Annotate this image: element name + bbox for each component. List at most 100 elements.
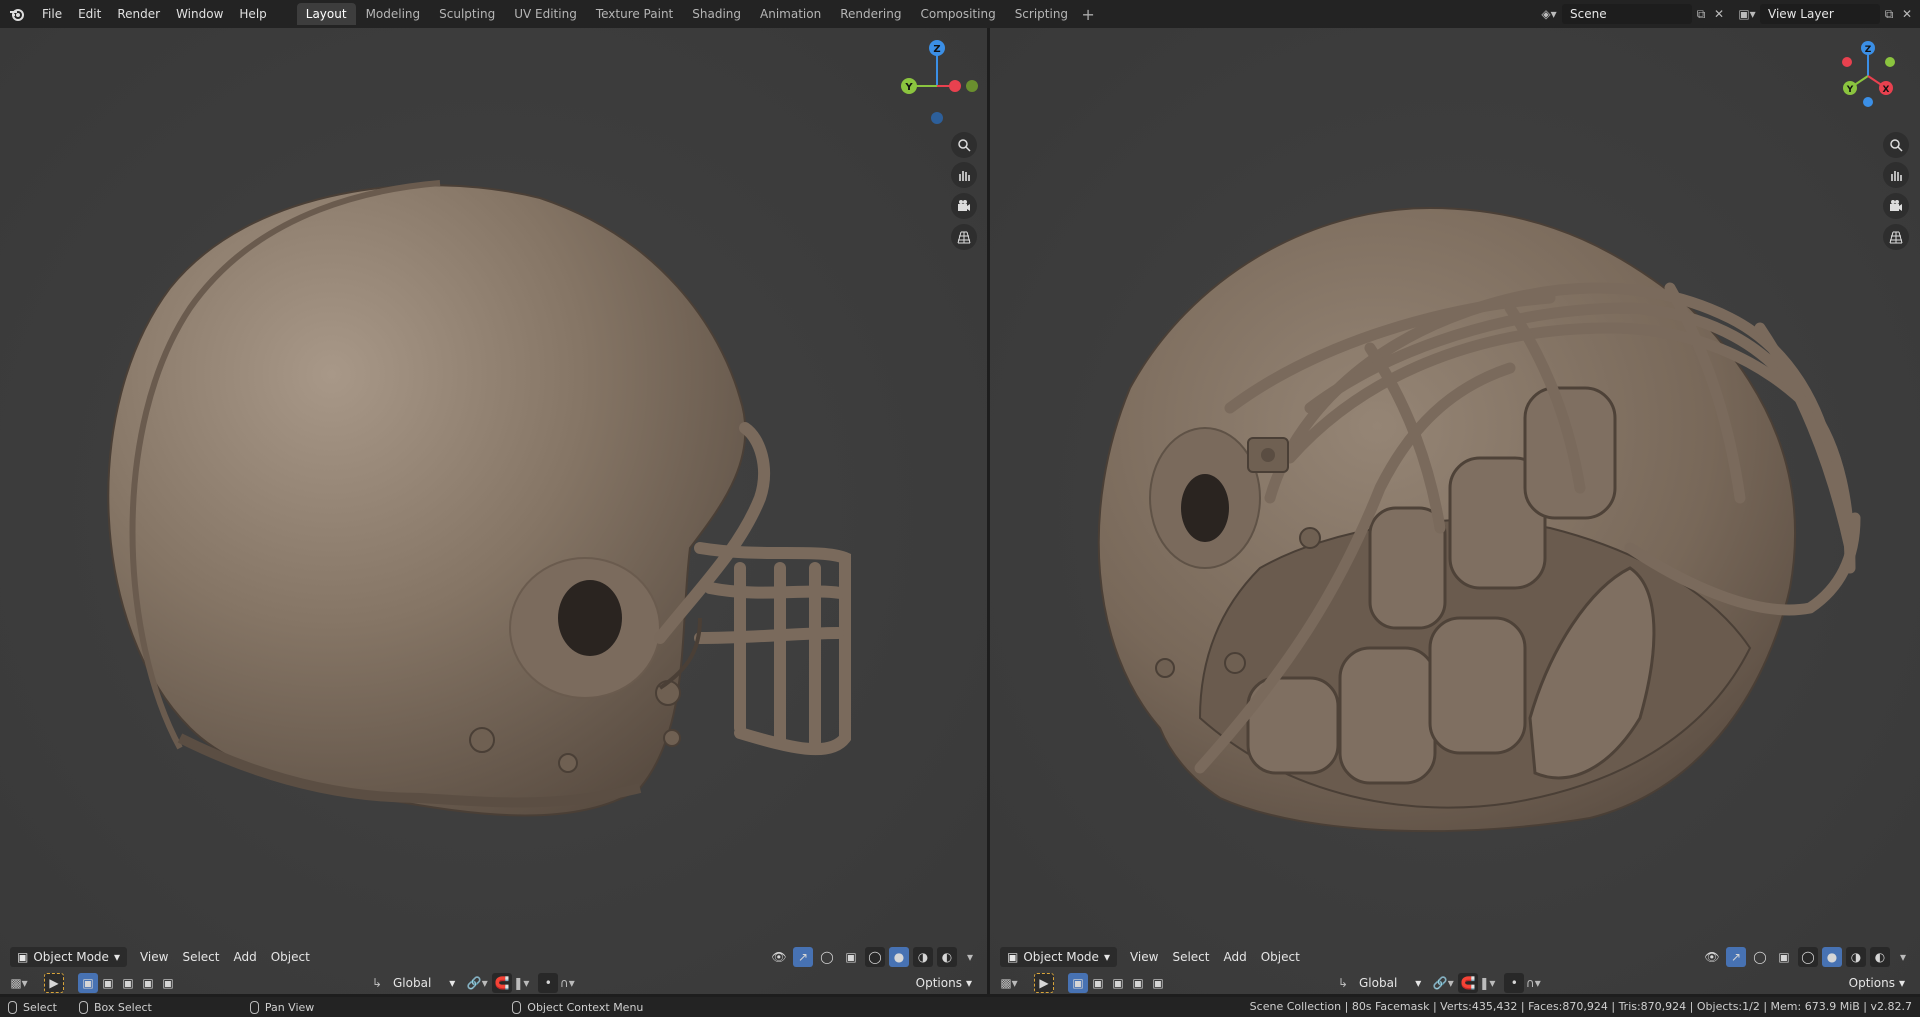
select-extend-icon[interactable]: ▣ (98, 973, 118, 993)
rendered-shading-icon[interactable]: ◐ (1870, 947, 1890, 967)
viewport-right-toolbar: ▩▾ ▶ ▣ ▣ ▣ ▣ ▣ ↳ Global ▾ 🔗▾ 🧲 ❚▾ • ∩▾ Op… (990, 970, 1920, 994)
solid-shading-icon[interactable]: ● (889, 947, 909, 967)
gizmo-toggle-icon[interactable]: ↗ (1726, 947, 1746, 967)
tab-layout[interactable]: Layout (296, 3, 356, 25)
new-view-layer-icon[interactable]: ⧉ (1880, 5, 1898, 23)
menu-object[interactable]: Object (1254, 947, 1307, 967)
chevron-down-icon: ▾ (449, 976, 456, 990)
falloff-icon[interactable]: ∩▾ (558, 974, 576, 992)
falloff-icon[interactable]: ∩▾ (1524, 974, 1542, 992)
pan-hand-icon[interactable] (1883, 162, 1909, 188)
zoom-icon[interactable] (1883, 132, 1909, 158)
options-dropdown[interactable]: Options ▾ (909, 973, 979, 993)
navigation-gizmo-left[interactable]: Z Y (895, 36, 985, 126)
visibility-icon[interactable]: 👁 (1702, 947, 1722, 967)
navigation-gizmo-right[interactable]: Z Y X (1828, 36, 1908, 116)
proportional-edit-icon[interactable]: • (1504, 973, 1525, 993)
tab-sculpting[interactable]: Sculpting (430, 3, 504, 25)
options-dropdown[interactable]: Options ▾ (1842, 973, 1912, 993)
menu-view[interactable]: View (1123, 947, 1165, 967)
wireframe-shading-icon[interactable]: ◯ (1798, 947, 1818, 967)
select-tool-icon[interactable]: ▶ (44, 973, 64, 993)
shading-options-icon[interactable]: ▾ (1894, 948, 1912, 966)
select-new-icon[interactable]: ▣ (1068, 973, 1088, 993)
transform-orientation-icon[interactable]: ↳ (1334, 974, 1352, 992)
object-mode-dropdown[interactable]: ▣ Object Mode ▾ (10, 947, 127, 967)
menu-file[interactable]: File (34, 0, 70, 28)
menu-object[interactable]: Object (264, 947, 317, 967)
object-mode-icon: ▣ (17, 950, 29, 964)
viewport-left[interactable]: Z Y ▣ Object Mode ▾ View Select Add Object… (0, 28, 987, 994)
tab-modeling[interactable]: Modeling (357, 3, 430, 25)
snap-toggle-icon[interactable]: 🧲 (492, 973, 513, 993)
transform-orientation-dropdown[interactable]: Global ▾ (386, 973, 462, 993)
tab-scripting[interactable]: Scripting (1006, 3, 1077, 25)
select-tool-icon[interactable]: ▶ (1034, 973, 1054, 993)
pivot-point-icon[interactable]: 🔗▾ (1433, 974, 1454, 992)
select-intersect-icon[interactable]: ▣ (1148, 973, 1168, 993)
view-layer-field[interactable]: View Layer (1760, 4, 1880, 24)
menu-edit[interactable]: Edit (70, 0, 109, 28)
rendered-shading-icon[interactable]: ◐ (937, 947, 957, 967)
scene-icon[interactable]: ◈▾ (1540, 5, 1558, 23)
tab-animation[interactable]: Animation (751, 3, 830, 25)
viewport-right[interactable]: Z Y X ▣ Object Mode ▾ View Select Add Obje… (990, 28, 1920, 994)
perspective-grid-icon[interactable] (951, 224, 977, 250)
snap-target-icon[interactable]: ❚▾ (1478, 974, 1496, 992)
solid-shading-icon[interactable]: ● (1822, 947, 1842, 967)
xray-icon[interactable]: ▣ (1774, 947, 1794, 967)
menu-select[interactable]: Select (1165, 947, 1216, 967)
pivot-point-icon[interactable]: 🔗▾ (467, 974, 488, 992)
xray-icon[interactable]: ▣ (841, 947, 861, 967)
wireframe-shading-icon[interactable]: ◯ (865, 947, 885, 967)
menu-add[interactable]: Add (1216, 947, 1253, 967)
tab-shading[interactable]: Shading (683, 3, 750, 25)
menu-render[interactable]: Render (109, 0, 168, 28)
editor-type-icon[interactable]: ▩▾ (10, 974, 28, 992)
zoom-icon[interactable] (951, 132, 977, 158)
overlay-icon[interactable]: ◯ (817, 947, 837, 967)
snap-toggle-icon[interactable]: 🧲 (1458, 973, 1479, 993)
transform-orientation-icon[interactable]: ↳ (368, 974, 386, 992)
delete-scene-icon[interactable]: ✕ (1710, 5, 1728, 23)
new-scene-icon[interactable]: ⧉ (1692, 5, 1710, 23)
select-subtract-icon[interactable]: ▣ (118, 973, 138, 993)
visibility-icon[interactable]: 👁 (769, 947, 789, 967)
select-extend-icon[interactable]: ▣ (1088, 973, 1108, 993)
overlay-icon[interactable]: ◯ (1750, 947, 1770, 967)
editor-type-icon[interactable]: ▩▾ (1000, 974, 1018, 992)
view-layer-icon[interactable]: ▣▾ (1738, 5, 1756, 23)
material-shading-icon[interactable]: ◑ (1846, 947, 1866, 967)
drag-mouse-icon (78, 1000, 88, 1014)
transform-orientation-dropdown[interactable]: Global ▾ (1352, 973, 1428, 993)
material-shading-icon[interactable]: ◑ (913, 947, 933, 967)
delete-view-layer-icon[interactable]: ✕ (1898, 5, 1916, 23)
menu-select[interactable]: Select (175, 947, 226, 967)
select-invert-icon[interactable]: ▣ (138, 973, 158, 993)
pan-hand-icon[interactable] (951, 162, 977, 188)
menu-help[interactable]: Help (231, 0, 274, 28)
tab-texture-paint[interactable]: Texture Paint (587, 3, 682, 25)
blender-logo-icon[interactable] (0, 0, 34, 28)
add-workspace-button[interactable]: + (1078, 5, 1098, 24)
menu-view[interactable]: View (133, 947, 175, 967)
tab-compositing[interactable]: Compositing (911, 3, 1004, 25)
gizmo-toggle-icon[interactable]: ↗ (793, 947, 813, 967)
select-intersect-icon[interactable]: ▣ (158, 973, 178, 993)
menu-window[interactable]: Window (168, 0, 231, 28)
object-mode-dropdown[interactable]: ▣ Object Mode ▾ (1000, 947, 1117, 967)
perspective-grid-icon[interactable] (1883, 224, 1909, 250)
tab-uv-editing[interactable]: UV Editing (505, 3, 586, 25)
select-invert-icon[interactable]: ▣ (1128, 973, 1148, 993)
menu-add[interactable]: Add (226, 947, 263, 967)
object-mode-label: Object Mode (1023, 950, 1099, 964)
select-new-icon[interactable]: ▣ (78, 973, 98, 993)
tab-rendering[interactable]: Rendering (831, 3, 910, 25)
proportional-edit-icon[interactable]: • (538, 973, 559, 993)
shading-options-icon[interactable]: ▾ (961, 948, 979, 966)
camera-view-icon[interactable] (1883, 193, 1909, 219)
snap-target-icon[interactable]: ❚▾ (512, 974, 530, 992)
select-subtract-icon[interactable]: ▣ (1108, 973, 1128, 993)
scene-name-field[interactable]: Scene (1562, 4, 1692, 24)
camera-view-icon[interactable] (951, 193, 977, 219)
